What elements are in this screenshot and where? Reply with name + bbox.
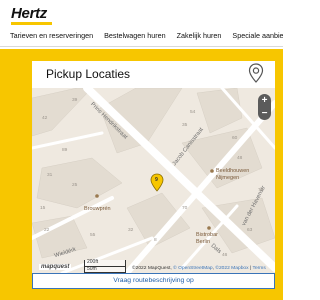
pickup-header: Pickup Locaties [32, 58, 275, 88]
house-number: 89 [62, 148, 68, 153]
mapquest-logo[interactable]: mapquest [39, 264, 72, 270]
nav-item-speciale-aanbiedingen[interactable]: Speciale aanbied [232, 31, 283, 40]
poi-bistrobar[interactable]: Bistrobar Berlin [196, 232, 218, 245]
nav-item-bestelwagen[interactable]: Bestelwagen huren [104, 31, 166, 40]
house-number: 25 [72, 183, 78, 188]
house-number: 22 [44, 228, 50, 233]
house-number: 46 [222, 253, 228, 258]
house-number: 32 [128, 228, 134, 233]
house-number: 35 [182, 123, 188, 128]
poi-brouwpren[interactable]: Brouwprén [84, 206, 111, 213]
zoom-out-button[interactable]: − [258, 107, 271, 120]
nav-divider [0, 46, 283, 47]
house-number: 60 [232, 136, 238, 141]
hertz-logo[interactable]: Hertz [11, 5, 47, 22]
route-directions-label: Vraag routebeschrijving op [113, 277, 194, 284]
attribution-mapbox-link[interactable]: ©2022 Mapbox [215, 266, 248, 271]
pickup-title: Pickup Locaties [46, 67, 131, 81]
location-map[interactable]: 9 Prins Hendrikstraat Jacob Canisstraat … [32, 88, 275, 273]
house-number: 8 [154, 238, 157, 243]
house-number: 39 [72, 98, 78, 103]
zoom-control: + − [258, 94, 271, 120]
poi-beeldhouwen[interactable]: Beeldhouwen Nijmegen [216, 168, 249, 181]
house-number: 63 [247, 228, 253, 233]
marker-label: 9 [155, 177, 158, 183]
zoom-in-button[interactable]: + [258, 94, 271, 107]
attribution-mapquest: ©2022 MapQuest, [132, 266, 174, 271]
route-directions-button[interactable]: Vraag routebeschrijving op [32, 273, 275, 289]
map-attribution: ©2022 MapQuest, © OpenStreetMap, ©2022 M… [132, 266, 266, 271]
nav-item-tarieven[interactable]: Tarieven en reserveringen [10, 31, 93, 40]
header-accent-bar [32, 58, 275, 61]
house-number: 42 [42, 116, 48, 121]
house-number: 70 [182, 206, 188, 211]
house-number: 54 [190, 110, 196, 115]
house-number: 48 [237, 156, 243, 161]
nav-item-zakelijk[interactable]: Zakelijk huren [177, 31, 222, 40]
house-number: 15 [40, 206, 46, 211]
house-number: 78 [258, 188, 264, 193]
attribution-osm-link[interactable]: © OpenStreetMap [173, 266, 213, 271]
attribution-terms-link[interactable]: Terms [253, 266, 266, 271]
house-number: 31 [47, 173, 53, 178]
map-pin-icon[interactable] [245, 62, 267, 84]
main-nav: Tarieven en reserveringen Bestelwagen hu… [10, 31, 283, 43]
house-number: 55 [90, 233, 96, 238]
map-scale: 200ft 50m [84, 259, 126, 273]
logo-underline [11, 22, 52, 25]
